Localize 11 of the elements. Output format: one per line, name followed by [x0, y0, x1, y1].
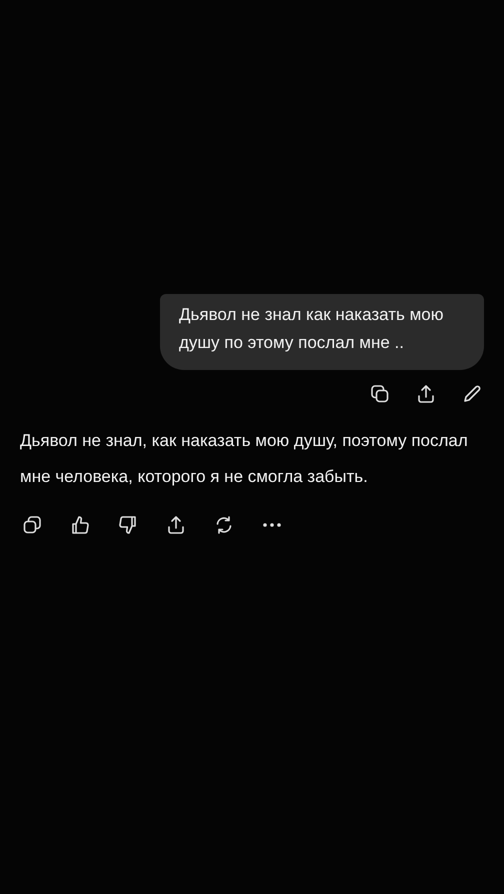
- pencil-icon: [462, 384, 482, 404]
- answer-text: Дьявол не знал, как наказать мою душу, поэтому послал мне человека, которого я не смогла забыть.: [19, 430, 469, 488]
- copy-icon: [22, 515, 42, 535]
- copy-icon: [370, 384, 390, 404]
- thumbs-up-icon: [70, 515, 90, 535]
- thumbs-down-icon: [118, 515, 138, 535]
- refresh-icon: [214, 515, 234, 535]
- message-text: Дьявол не знал как наказать мою душу по этому послал мне ..: [179, 304, 444, 354]
- more-icon: [262, 522, 282, 528]
- share-icon: [166, 515, 186, 535]
- share-icon: [416, 384, 436, 404]
